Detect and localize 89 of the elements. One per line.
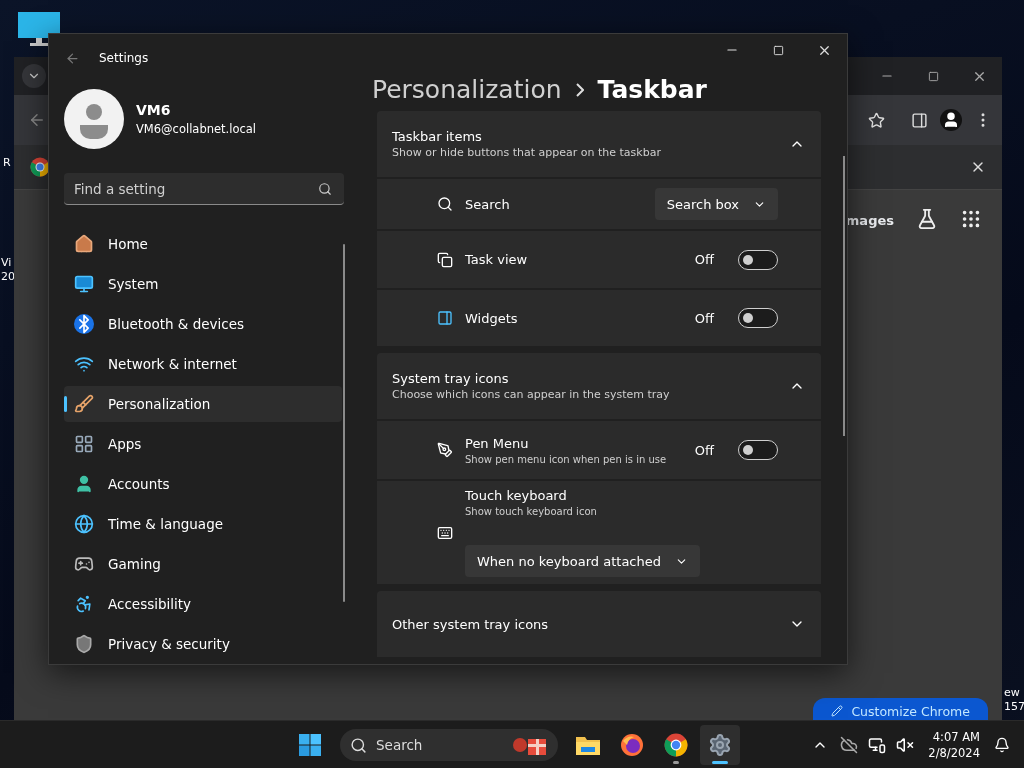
notification-icon[interactable] [994,736,1010,753]
nav-item[interactable]: Home [64,226,342,262]
fox-browser-icon [620,732,644,757]
bluetooth-icon [74,314,94,334]
chrome-icon [664,732,688,757]
gamepad-icon [74,554,94,574]
nav-item[interactable]: Accessibility [64,586,342,622]
setting-description: Show touch keyboard icon [465,506,598,517]
gear-icon [708,732,732,757]
search-icon [437,196,453,212]
breadcrumb-parent[interactable]: Personalization [372,75,562,104]
home-icon [74,234,94,254]
user-name: VM6 [136,102,172,118]
accessibility-icon [74,594,94,614]
windows-logo-icon [298,732,322,757]
bookmark-star-icon[interactable] [868,111,885,129]
section-title: Other system tray icons [392,616,550,632]
toggle-state: Off [694,252,714,267]
settings-search-field[interactable]: Find a setting [64,173,344,205]
toggle-switch[interactable] [738,440,778,460]
shield-icon [74,634,94,654]
wifi-icon [74,354,94,374]
nav-item[interactable]: Accounts [64,466,342,502]
section-subtitle: Show or hide buttons that appear on the taskbar [392,146,662,159]
cloud-off-icon[interactable] [840,735,859,754]
flask-icon[interactable] [916,208,938,230]
nav-item[interactable]: Bluetooth & devices [64,306,342,342]
toggle-switch[interactable] [738,308,778,328]
avatar[interactable] [64,89,124,149]
volume-muted-icon[interactable] [896,735,915,754]
toggle-state: Off [694,442,714,458]
page-title: Taskbar [597,75,707,104]
apps-grid-icon[interactable] [960,208,982,230]
network-icon[interactable] [868,735,887,754]
clock[interactable]: 4:07 AM 2/8/2024 [924,729,984,760]
chevron-right-icon [575,82,584,97]
nav-item[interactable]: Apps [64,426,342,462]
desktop-icon-label: Vi [1,256,12,269]
customize-chrome-button[interactable]: Customize Chrome [813,698,988,720]
nav-item[interactable]: Personalization [64,386,342,422]
dropdown[interactable]: When no keyboard attached [465,545,700,577]
desktop-icon-label: 20 [1,270,15,283]
nav-item[interactable]: Network & internet [64,346,342,382]
section-title: System tray icons [392,371,510,386]
pen-icon [437,442,453,458]
search-icon [350,736,367,754]
search-icon [318,182,332,196]
section-subtitle: Choose which icons can appear in the system tray [392,388,671,401]
dropdown[interactable]: Search box [654,188,778,220]
maximize-icon [927,70,939,82]
nav-item[interactable]: System [64,266,342,302]
user-email: VM6@collabnet.local [136,122,257,136]
globe-icon [74,514,94,534]
toggle-switch[interactable] [738,249,778,270]
setting-label: Pen Menu [465,435,530,451]
keyboard-icon [437,524,453,541]
setting-label: Widgets [465,310,519,326]
widgets-icon [437,310,453,326]
setting-label: Touch keyboard [465,488,568,503]
monitor-icon [74,274,94,294]
section-header[interactable]: System tray icons Choose which icons can appear in the system tray [377,353,821,419]
desktop-icon-label: 157 [1004,700,1024,713]
setting-label: Search [465,196,511,212]
setting-description: Show pen menu icon when pen is in use [465,453,668,465]
window-title: Settings [99,51,149,65]
section-header[interactable]: Other system tray icons [377,591,821,657]
setting-label: Task view [465,252,529,267]
back-icon[interactable] [28,111,46,129]
brush-icon [74,394,94,414]
desktop-icon-label: R [3,156,11,169]
images-link[interactable]: mages [845,213,894,228]
section-header[interactable]: Taskbar items Show or hide buttons that appear on the taskbar [377,111,821,177]
desktop-icon-label: ew [1004,686,1020,699]
side-panel-icon[interactable] [911,111,928,129]
section-title: Taskbar items [392,129,483,144]
person-icon [74,474,94,494]
maximize-icon [772,44,784,56]
nav-item[interactable]: Time & language [64,506,342,542]
apps-icon [74,434,94,454]
computer-icon[interactable] [18,12,60,48]
tab-search-button[interactable] [22,64,46,88]
pencil-icon [831,705,844,717]
toggle-state: Off [694,310,714,326]
taskbar-app[interactable] [700,724,740,765]
profile-icon[interactable] [940,109,962,131]
taskbar-search-field[interactable]: Search [340,728,558,761]
nav-item[interactable]: Gaming [64,546,342,582]
nav-item[interactable]: Privacy & security [64,626,342,662]
chrome-icon [30,157,50,177]
